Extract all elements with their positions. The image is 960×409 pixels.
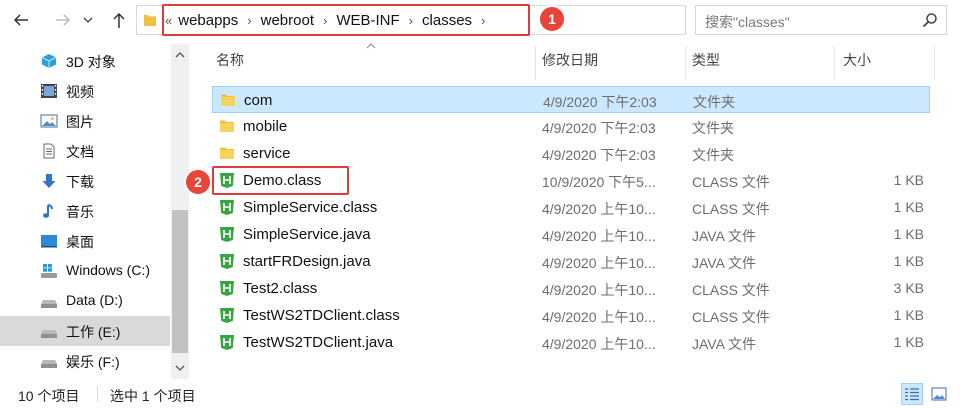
documents-icon: [43, 143, 55, 159]
chevron-up-icon: [175, 52, 185, 58]
windows-drive-icon: [41, 264, 57, 278]
scroll-down-button[interactable]: [171, 359, 189, 377]
video-icon: [41, 84, 57, 98]
3d-objects-icon: [41, 54, 57, 68]
column-header-name[interactable]: 名称: [216, 50, 244, 75]
sort-ascending-icon: [366, 43, 376, 49]
folder-icon: [220, 147, 234, 159]
column-divider[interactable]: [934, 46, 935, 80]
file-icon: [220, 281, 234, 296]
demo-class-highlight-box: [212, 166, 349, 195]
scroll-up-button[interactable]: [171, 46, 189, 64]
folder-icon: [221, 94, 235, 106]
column-divider[interactable]: [535, 46, 536, 80]
search-icon: [922, 13, 937, 28]
sidebar-item-3d-objects[interactable]: 3D 对象: [0, 46, 170, 76]
search-input[interactable]: 搜索"classes": [695, 5, 947, 35]
annotation-badge-1: 1: [540, 7, 564, 31]
selection-count: 选中 1 个项目: [110, 388, 196, 404]
folder-icon: [220, 120, 234, 132]
file-icon: [220, 308, 234, 323]
item-count: 10 个项目: [18, 388, 80, 404]
file-row-test2-class[interactable]: Test2.class 4/9/2020 上午10... CLASS 文件 3 …: [212, 275, 930, 302]
drive-icon: [41, 360, 57, 368]
file-row-startfrdesign-java[interactable]: startFRDesign.java 4/9/2020 上午10... JAVA…: [212, 248, 930, 275]
file-icon: [220, 335, 234, 350]
file-row-simpleservice-java[interactable]: SimpleService.java 4/9/2020 上午10... JAVA…: [212, 221, 930, 248]
file-row-service[interactable]: service 4/9/2020 下午2:03 文件夹: [212, 140, 930, 167]
arrow-right-icon: [56, 14, 71, 26]
status-bar: 10 个项目 选中 1 个项目: [0, 380, 960, 409]
sidebar-item-pictures[interactable]: 图片: [0, 106, 170, 136]
column-header-date[interactable]: 修改日期: [542, 50, 598, 75]
file-row-com[interactable]: com 4/9/2020 下午2:03 文件夹: [212, 86, 930, 113]
drive-icon: [41, 330, 57, 338]
sidebar-item-video[interactable]: 视频: [0, 76, 170, 106]
download-icon: [42, 174, 56, 188]
file-row-simpleservice-class[interactable]: SimpleService.class 4/9/2020 上午10... CLA…: [212, 194, 930, 221]
column-header-size[interactable]: 大小: [843, 50, 871, 75]
folder-icon: [144, 15, 156, 26]
column-header-type[interactable]: 类型: [692, 50, 720, 75]
arrow-up-icon: [113, 12, 125, 28]
sidebar-item-windows-c[interactable]: Windows (C:): [0, 256, 170, 286]
music-icon: [43, 204, 53, 218]
desktop-icon: [41, 235, 57, 248]
annotation-badge-2: 2: [186, 170, 210, 194]
recent-locations-button[interactable]: [80, 6, 96, 34]
column-divider[interactable]: [834, 46, 835, 80]
status-divider: [97, 386, 98, 402]
search-placeholder: 搜索"classes": [705, 14, 790, 30]
file-row-testws2tdclient-java[interactable]: TestWS2TDClient.java 4/9/2020 上午10... JA…: [212, 329, 930, 356]
sidebar-item-data-d[interactable]: Data (D:): [0, 286, 170, 316]
forward-button[interactable]: [50, 6, 76, 34]
details-view-button[interactable]: [901, 383, 923, 405]
back-button[interactable]: [8, 6, 34, 34]
chevron-down-icon: [175, 365, 185, 371]
arrow-left-icon: [13, 14, 28, 26]
file-row-testws2tdclient-class[interactable]: TestWS2TDClient.class 4/9/2020 上午10... C…: [212, 302, 930, 329]
navigation-pane: 3D 对象 视频 图片 文档 下载 音乐 桌面 Windows (C:) Dat…: [0, 44, 190, 379]
pictures-icon: [40, 114, 58, 128]
file-icon: [220, 200, 234, 215]
sidebar-item-documents[interactable]: 文档: [0, 136, 170, 166]
large-icons-view-button[interactable]: [928, 383, 950, 405]
sidebar-item-desktop[interactable]: 桌面: [0, 226, 170, 256]
sidebar-item-downloads[interactable]: 下载: [0, 166, 170, 196]
details-view-icon: [905, 388, 919, 401]
file-icon: [220, 227, 234, 242]
file-icon: [220, 254, 234, 269]
sidebar-item-entertainment-f[interactable]: 娱乐 (F:): [0, 346, 170, 376]
scrollbar-thumb[interactable]: [172, 210, 188, 353]
sidebar-item-music[interactable]: 音乐: [0, 196, 170, 226]
drive-icon: [41, 300, 57, 308]
column-divider[interactable]: [685, 46, 686, 80]
file-row-mobile[interactable]: mobile 4/9/2020 下午2:03 文件夹: [212, 113, 930, 140]
address-highlight-box: [162, 4, 530, 36]
up-button[interactable]: [106, 6, 132, 34]
sidebar-item-work-e[interactable]: 工作 (E:): [0, 316, 170, 346]
chevron-down-icon: [83, 17, 93, 23]
large-icons-view-icon: [931, 387, 947, 401]
